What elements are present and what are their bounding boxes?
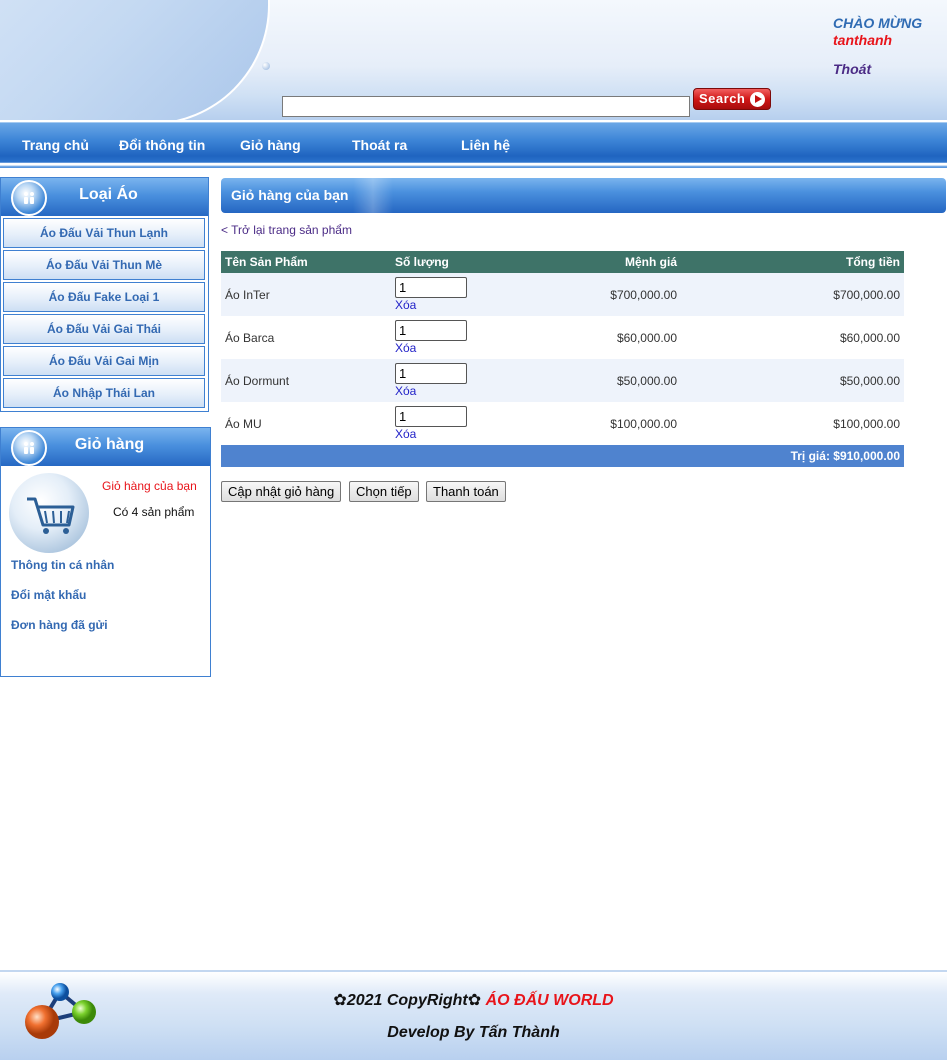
category-item[interactable]: Áo Đấu Vải Gai Thái [3, 314, 205, 344]
personal-info-link[interactable]: Thông tin cá nhân [11, 558, 114, 572]
username-text: tanthanh [833, 32, 893, 48]
brand-name: ÁO ĐẤU WORLD [485, 992, 614, 1009]
table-row: Áo Barca Xóa $60,000.00 $60,000.00 [221, 316, 904, 359]
cart-table: Tên Sản Phẩm Số lượng Mệnh giá Tổng tiền… [221, 251, 904, 467]
cart-box-header: Giỏ hàng [1, 428, 210, 466]
quantity-cell: Xóa [391, 273, 531, 316]
page: CHÀO MỪNG tanthanh Thoát Search Trang ch… [0, 0, 947, 1060]
quantity-cell: Xóa [391, 359, 531, 402]
logout-link[interactable]: Thoát [833, 61, 871, 77]
table-row: Áo MU Xóa $100,000.00 $100,000.00 [221, 402, 904, 445]
table-row: Áo InTer Xóa $700,000.00 $700,000.00 [221, 273, 904, 316]
search-button-label: Search [699, 91, 746, 106]
line-total: $100,000.00 [681, 402, 904, 445]
nav-item-home[interactable]: Trang chủ [22, 137, 89, 153]
column-header: Tổng tiền [681, 251, 904, 273]
column-header: Tên Sản Phẩm [221, 251, 391, 273]
cart-panel-header: Giỏ hàng của bạn [221, 178, 946, 213]
header-edge-decoration [353, 178, 393, 213]
welcome-text: CHÀO MỪNG [833, 15, 923, 31]
category-item[interactable]: Áo Đấu Vải Gai Mịn [3, 346, 205, 376]
product-name: Áo MU [221, 402, 391, 445]
quantity-input[interactable] [395, 320, 467, 341]
checkout-button[interactable]: Thanh toán [426, 481, 506, 502]
unit-price: $100,000.00 [531, 402, 681, 445]
delete-link[interactable]: Xóa [395, 427, 527, 441]
search-input[interactable] [282, 96, 690, 117]
search-button[interactable]: Search [693, 88, 771, 110]
column-header: Số lượng [391, 251, 531, 273]
delete-link[interactable]: Xóa [395, 341, 527, 355]
change-password-link[interactable]: Đổi mật khẩu [11, 588, 86, 602]
unit-price: $50,000.00 [531, 359, 681, 402]
category-box: Loại Áo Áo Đấu Vải Thun Lạnh Áo Đấu Vải … [0, 177, 209, 412]
total-row: Trị giá: $910,000.00 [221, 445, 904, 467]
product-name: Áo InTer [221, 273, 391, 316]
category-box-header: Loại Áo [1, 178, 208, 216]
product-name: Áo Dormunt [221, 359, 391, 402]
continue-shopping-button[interactable]: Chọn tiếp [349, 481, 419, 502]
footer [0, 970, 947, 1060]
play-icon [750, 92, 765, 107]
line-total: $50,000.00 [681, 359, 904, 402]
banner-swoosh [0, 0, 270, 120]
quantity-cell: Xóa [391, 316, 531, 359]
category-item[interactable]: Áo Đấu Vải Thun Mè [3, 250, 205, 280]
unit-price: $60,000.00 [531, 316, 681, 359]
quantity-cell: Xóa [391, 402, 531, 445]
cart-box: Giỏ hàng Giỏ hàng của bạn Có 4 sản phẩm … [0, 427, 211, 677]
delete-link[interactable]: Xóa [395, 298, 527, 312]
line-total: $700,000.00 [681, 273, 904, 316]
column-header: Mệnh giá [531, 251, 681, 273]
nav-item-change-info[interactable]: Đổi thông tin [119, 137, 205, 153]
developer-credit: Develop By Tấn Thành [387, 1024, 560, 1041]
copyright-text: ✿2021 CopyRight✿ ÁO ĐẤU WORLD [0, 990, 947, 1010]
copyright-label: ✿2021 CopyRight✿ [333, 992, 482, 1009]
quantity-input[interactable] [395, 363, 467, 384]
cart-count-text: Có 4 sản phẩm [113, 505, 195, 519]
cart-box-title: Giỏ hàng [74, 436, 145, 453]
product-name: Áo Barca [221, 316, 391, 359]
banner-dot [262, 62, 270, 70]
back-to-products-link[interactable]: < Trở lại trang sản phẩm [221, 223, 352, 237]
category-box-title: Loại Áo [79, 186, 138, 203]
your-cart-link[interactable]: Giỏ hàng của bạn [102, 479, 197, 493]
delete-link[interactable]: Xóa [395, 384, 527, 398]
table-row: Áo Dormunt Xóa $50,000.00 $50,000.00 [221, 359, 904, 402]
nav-item-contact[interactable]: Liên hệ [461, 137, 510, 153]
nav-item-cart[interactable]: Giỏ hàng [240, 137, 301, 153]
category-item[interactable]: Áo Đấu Vải Thun Lạnh [3, 218, 205, 248]
sent-orders-link[interactable]: Đơn hàng đã gửi [11, 618, 108, 632]
shopping-cart-icon [9, 473, 89, 553]
category-item[interactable]: Áo Nhập Thái Lan [3, 378, 205, 408]
update-cart-button[interactable]: Cập nhật giỏ hàng [221, 481, 342, 502]
grand-total: Trị giá: $910,000.00 [221, 445, 904, 467]
nav-item-logout[interactable]: Thoát ra [352, 137, 407, 153]
quantity-input[interactable] [395, 277, 467, 298]
page-title: Giỏ hàng của bạn [231, 187, 349, 203]
unit-price: $700,000.00 [531, 273, 681, 316]
line-total: $60,000.00 [681, 316, 904, 359]
category-item[interactable]: Áo Đấu Fake Loại 1 [3, 282, 205, 312]
table-header-row: Tên Sản Phẩm Số lượng Mệnh giá Tổng tiền [221, 251, 904, 273]
quantity-input[interactable] [395, 406, 467, 427]
